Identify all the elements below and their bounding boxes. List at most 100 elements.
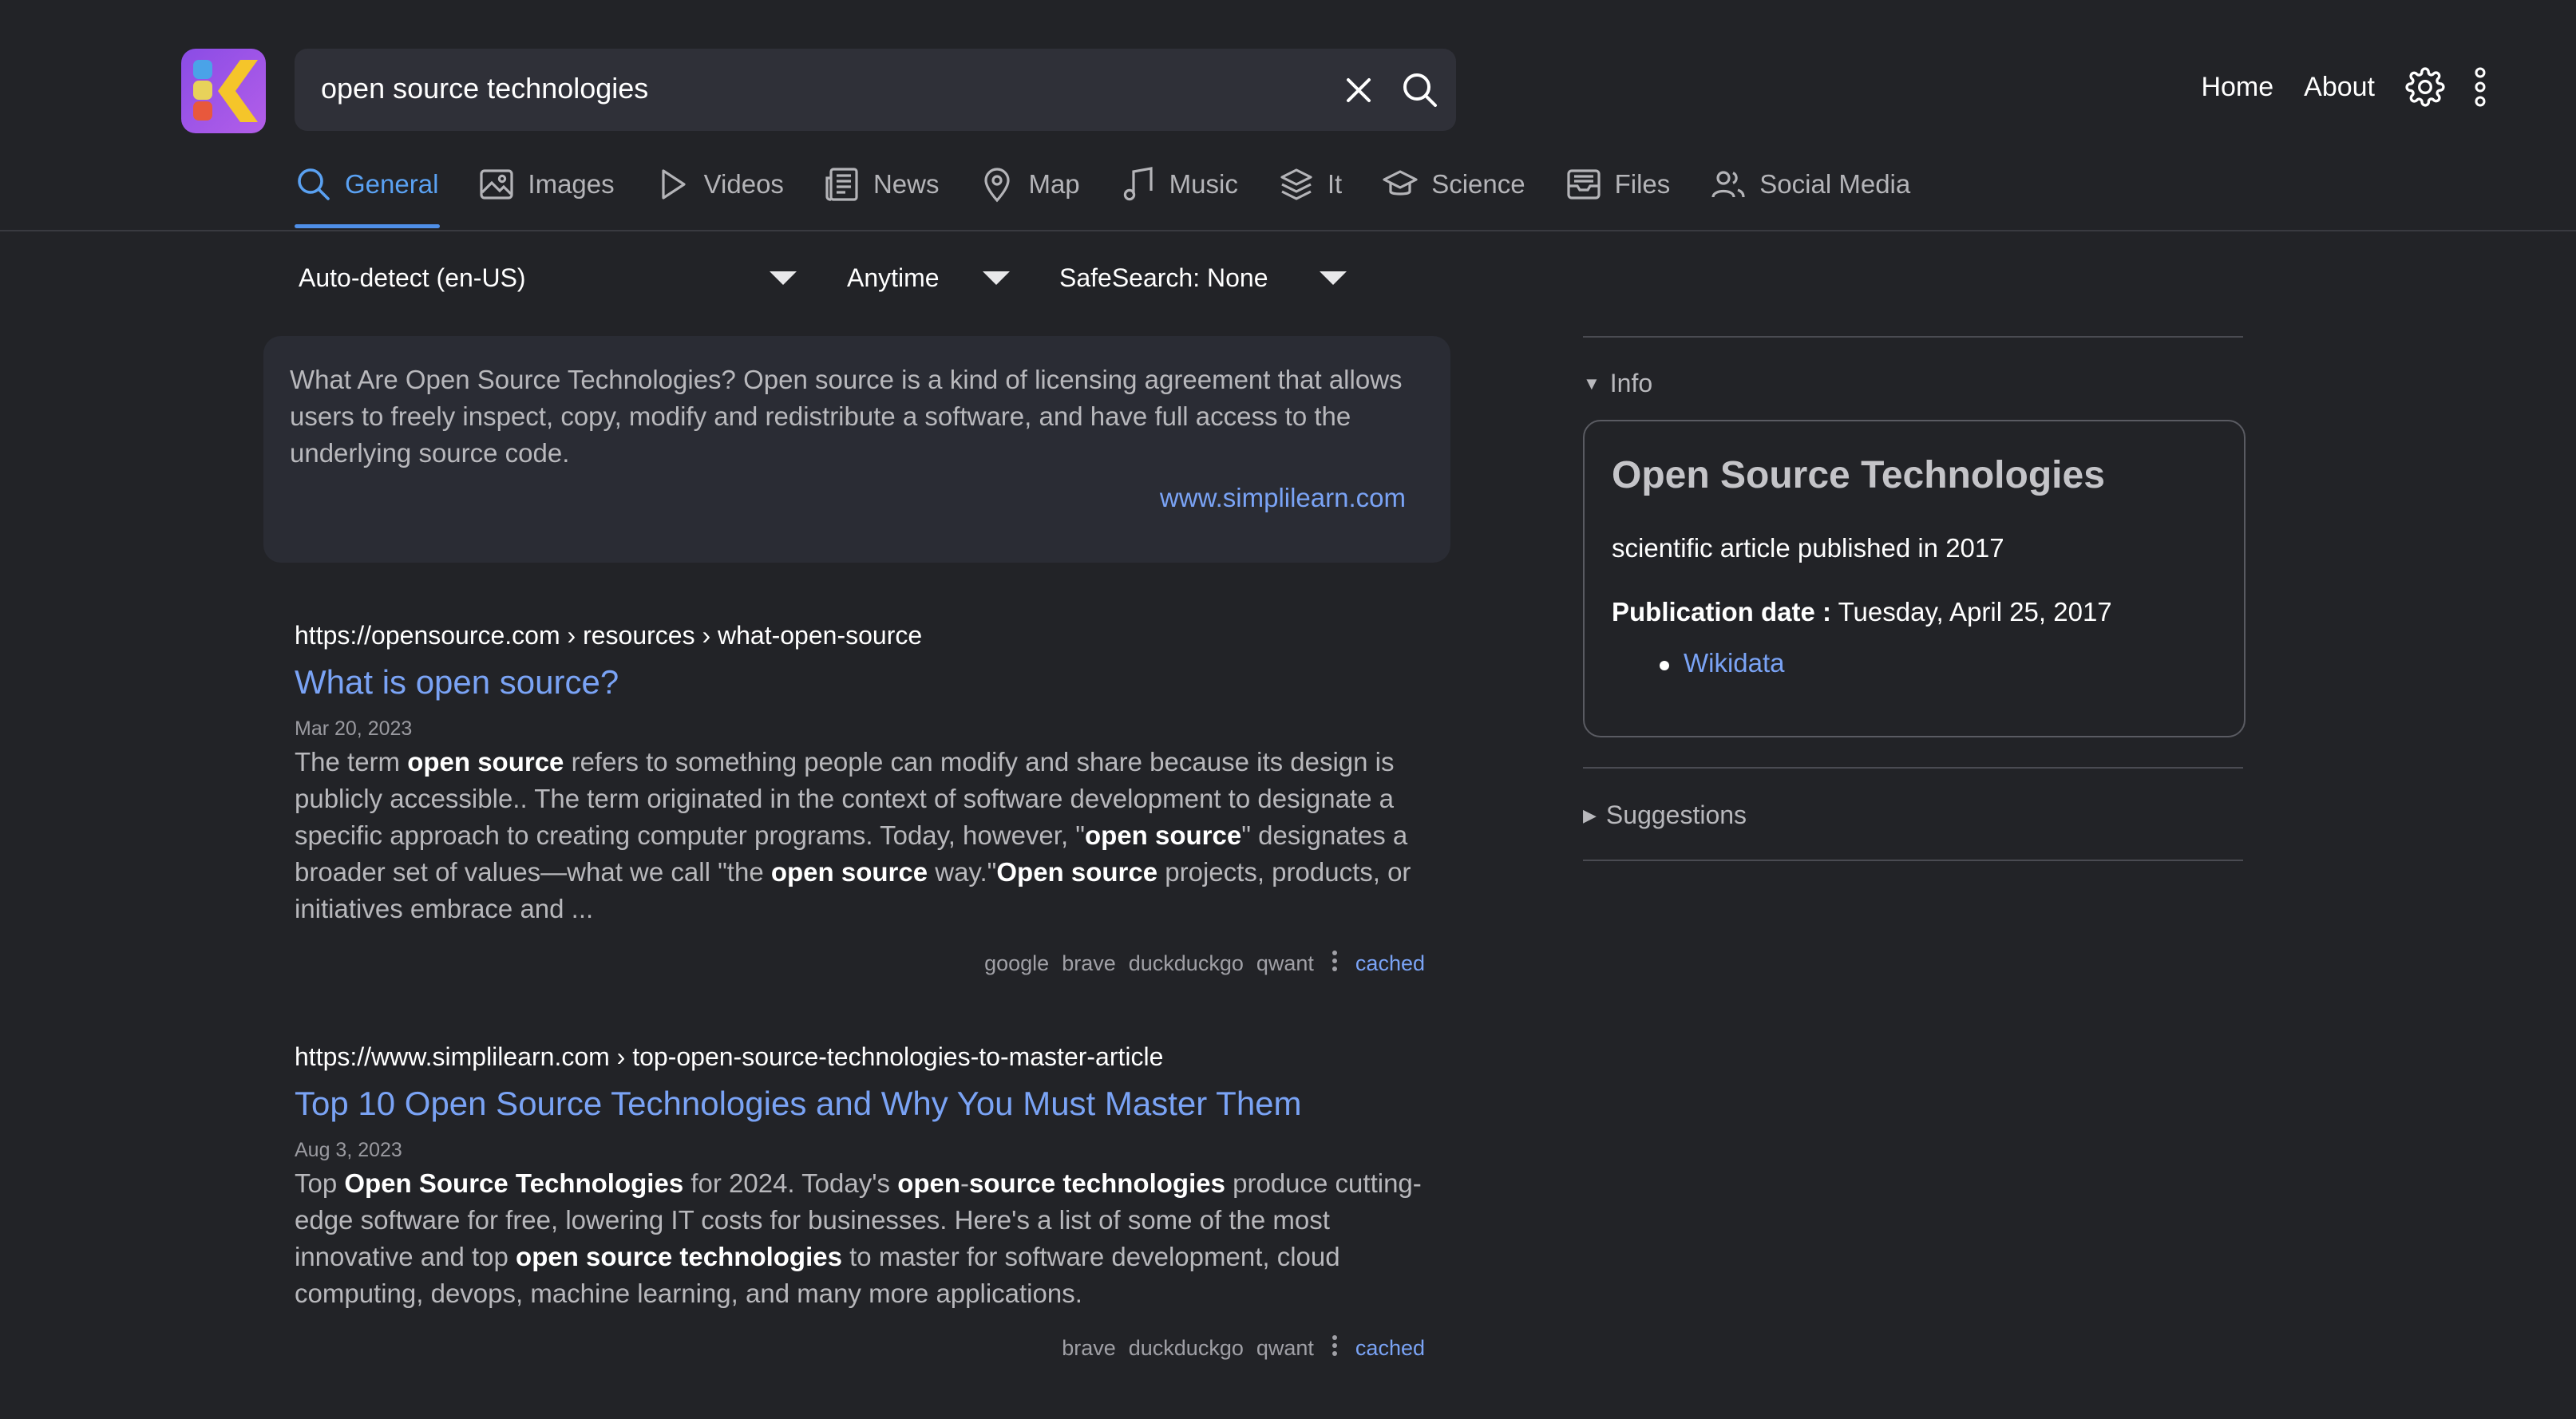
engine-label: qwant — [1256, 1336, 1314, 1360]
result-path: › resources › what-open-source — [560, 621, 923, 650]
result-domain: https://www.simplilearn.com — [295, 1042, 610, 1071]
settings-button[interactable] — [2405, 67, 2445, 107]
result-menu-button[interactable] — [1332, 950, 1338, 978]
snippet-text: The term — [295, 747, 408, 777]
vertical-dots-icon — [2475, 67, 2486, 107]
engine-label: duckduckgo — [1128, 951, 1244, 975]
header-nav: Home About — [2201, 56, 2487, 118]
search-input[interactable]: open source technologies — [321, 72, 648, 105]
image-icon — [480, 169, 514, 200]
search-result: https://opensource.com › resources › wha… — [295, 621, 1428, 927]
layers-icon — [1280, 168, 1312, 200]
newspaper-icon — [825, 168, 858, 201]
snippet-text: Top — [295, 1168, 345, 1198]
tab-general[interactable]: General — [295, 158, 438, 228]
home-link[interactable]: Home — [2201, 72, 2273, 103]
chevron-down-icon — [983, 271, 1010, 285]
search-result: https://www.simplilearn.com › top-open-s… — [295, 1042, 1428, 1312]
tab-it[interactable]: It — [1277, 158, 1342, 228]
highlighted-term: open source — [1085, 820, 1242, 850]
language-select[interactable]: Auto-detect (en-US) — [299, 249, 801, 306]
answer-text: What Are Open Source Technologies? Open … — [290, 365, 1403, 468]
infobox: Open Source Technologies scientific arti… — [1583, 420, 2246, 737]
wikidata-link[interactable]: Wikidata — [1684, 648, 1785, 678]
tab-label: Social Media — [1759, 169, 1911, 199]
language-select-value: Auto-detect (en-US) — [299, 263, 526, 292]
tab-label: Files — [1614, 169, 1671, 199]
tab-music[interactable]: Music — [1119, 158, 1238, 228]
graduation-cap-icon — [1383, 170, 1418, 196]
logo-dot-yellow — [193, 81, 212, 100]
cached-link[interactable]: cached — [1355, 951, 1425, 976]
tab-label: Science — [1431, 169, 1525, 199]
tab-videos[interactable]: Videos — [654, 158, 784, 228]
result-url[interactable]: https://www.simplilearn.com › top-open-s… — [295, 1042, 1428, 1072]
highlighted-term: open — [897, 1168, 961, 1198]
tab-news[interactable]: News — [823, 158, 939, 228]
result-date: Mar 20, 2023 — [295, 717, 413, 740]
infobox-description: scientific article published in 2017 — [1612, 533, 2004, 563]
vertical-dots-icon — [1332, 1335, 1337, 1356]
engine-label: qwant — [1256, 951, 1314, 975]
more-menu-button[interactable] — [2474, 67, 2487, 107]
result-domain: https://opensource.com — [295, 621, 560, 650]
engine-label: duckduckgo — [1128, 1336, 1244, 1360]
close-icon — [1347, 78, 1371, 102]
tab-label: It — [1327, 169, 1343, 199]
music-icon — [1123, 167, 1153, 201]
search-box[interactable]: open source technologies — [295, 49, 1456, 131]
time-range-value: Anytime — [847, 263, 940, 292]
search-icon — [298, 168, 330, 200]
map-pin-icon — [984, 168, 1011, 203]
clear-search-button[interactable] — [1336, 68, 1381, 113]
sidebar-divider — [1583, 860, 2243, 861]
engine-label: brave — [1062, 1336, 1116, 1360]
time-range-select[interactable]: Anytime — [847, 249, 1011, 306]
chevron-down-icon — [770, 271, 797, 285]
tab-images[interactable]: Images — [477, 158, 615, 228]
tab-science[interactable]: Science — [1381, 158, 1525, 228]
result-title-link[interactable]: Top 10 Open Source Technologies and Why … — [295, 1085, 1428, 1123]
safesearch-select[interactable]: SafeSearch: None — [1059, 249, 1351, 306]
tab-label: Videos — [703, 169, 784, 199]
search-button[interactable] — [1396, 66, 1444, 114]
tab-files[interactable]: Files — [1565, 158, 1671, 228]
logo-k-icon — [218, 60, 258, 122]
header-divider — [0, 230, 2576, 231]
suggestions-toggle[interactable]: ▶ Suggestions — [1583, 800, 1747, 830]
suggestions-label: Suggestions — [1605, 800, 1747, 829]
play-icon — [662, 169, 686, 200]
tab-label: Music — [1169, 169, 1238, 199]
highlighted-term: source technologies — [969, 1168, 1225, 1198]
safesearch-value: SafeSearch: None — [1059, 263, 1268, 292]
result-engines: google brave duckduckgo qwant cached — [295, 950, 1425, 978]
logo[interactable] — [181, 49, 266, 133]
bullet — [1660, 661, 1669, 670]
result-snippet: Top Open Source Technologies for 2024. T… — [295, 1165, 1428, 1312]
tab-label: Images — [528, 169, 615, 199]
info-toggle[interactable]: ▼ Info — [1583, 369, 1652, 398]
info-label: Info — [1609, 369, 1653, 397]
tab-map[interactable]: Map — [978, 158, 1080, 228]
result-url[interactable]: https://opensource.com › resources › wha… — [295, 621, 1428, 650]
about-link[interactable]: About — [2304, 72, 2375, 103]
highlighted-term: open source — [770, 857, 928, 887]
publication-date-label: Publication date : — [1612, 597, 1832, 626]
tab-label: Map — [1028, 169, 1080, 199]
result-menu-button[interactable] — [1332, 1334, 1338, 1362]
sidebar-divider — [1583, 336, 2243, 338]
vertical-dots-icon — [1332, 951, 1337, 971]
answer-source-link[interactable]: www.simplilearn.com — [1160, 483, 1406, 513]
result-title-link[interactable]: What is open source? — [295, 663, 1428, 702]
inbox-icon — [1567, 169, 1601, 200]
sidebar-divider — [1583, 767, 2243, 769]
cached-link[interactable]: cached — [1355, 1336, 1425, 1361]
publication-date: Publication date : Tuesday, April 25, 20… — [1612, 597, 2112, 627]
tab-social-media[interactable]: Social Media — [1709, 158, 1910, 228]
highlighted-term: Open source — [996, 857, 1158, 887]
publication-date-value: Tuesday, April 25, 2017 — [1831, 597, 2112, 626]
infobox-title: Open Source Technologies — [1612, 454, 2105, 496]
result-path: › top-open-source-technologies-to-master… — [609, 1042, 1164, 1071]
highlighted-term: open source technologies — [516, 1242, 842, 1271]
logo-dot-red — [193, 101, 212, 121]
